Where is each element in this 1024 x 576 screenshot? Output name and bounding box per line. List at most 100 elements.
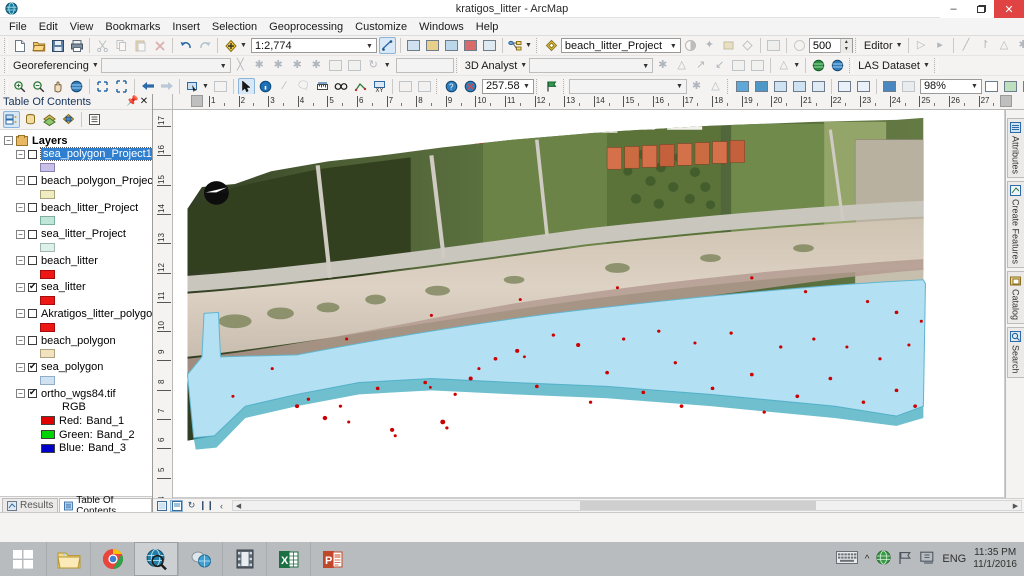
layer-symbol-swatch[interactable] (40, 163, 55, 173)
list-by-drawing-order-icon[interactable] (3, 111, 20, 128)
network-solve-icon[interactable]: ✱ (688, 78, 705, 95)
delete-link-icon[interactable]: ✱ (289, 57, 306, 74)
chevron-down-icon[interactable]: ▼ (202, 83, 209, 90)
scrollbar-thumb[interactable] (579, 501, 817, 510)
layer-symbol-swatch[interactable] (40, 375, 55, 385)
toc-layer-beach-polygon[interactable]: − beach_polygon (0, 334, 152, 348)
surface-histogram-icon[interactable]: △ (775, 57, 792, 74)
identify-icon[interactable] (257, 78, 274, 95)
data-view-icon[interactable] (155, 500, 168, 512)
arcscene-icon[interactable] (810, 57, 827, 74)
zoom-in-icon[interactable] (11, 78, 28, 95)
layer-visibility-checkbox[interactable] (28, 309, 37, 319)
expand-toggle-icon[interactable]: − (16, 203, 25, 213)
list-by-selection-icon[interactable] (60, 111, 77, 128)
chevron-down-icon[interactable]: ▼ (520, 62, 527, 69)
image-identify-icon[interactable] (810, 78, 827, 95)
layer-label[interactable]: sea_litter (41, 281, 86, 293)
layer-visibility-checkbox[interactable] (28, 336, 37, 346)
edit-tin-icon[interactable] (749, 57, 766, 74)
chevron-down-icon[interactable]: ▼ (673, 80, 686, 94)
taskbar-file-explorer[interactable] (46, 542, 90, 576)
arc-segment-icon[interactable]: ↾ (977, 37, 994, 54)
layer-visibility-checkbox[interactable] (28, 203, 37, 213)
layer-label[interactable]: sea_polygon_Project1 (40, 147, 152, 162)
ruler-margin-thumb-left[interactable] (191, 95, 203, 107)
green-band-swatch[interactable] (41, 430, 55, 440)
pause-drawing-icon[interactable]: ❙❙ (199, 500, 214, 512)
image-zoom-icon[interactable] (791, 78, 808, 95)
red-band-swatch[interactable] (41, 416, 55, 426)
spinner-buttons[interactable]: ▲ ▼ (839, 38, 852, 53)
menu-item-help[interactable]: Help (470, 20, 505, 34)
maximize-button[interactable] (967, 0, 994, 18)
arcglobe-icon[interactable] (829, 57, 846, 74)
list-by-source-icon[interactable] (22, 111, 39, 128)
print-icon[interactable] (68, 37, 85, 54)
menu-item-bookmarks[interactable]: Bookmarks (99, 20, 166, 34)
taskbar-powerpoint[interactable]: P (310, 542, 354, 576)
table-of-contents-icon[interactable] (405, 37, 422, 54)
identify-icon[interactable] (791, 37, 808, 54)
layer-label[interactable]: sea_polygon (41, 361, 103, 373)
map-horizontal-scrollbar[interactable]: ◀ ▶ (232, 500, 1022, 511)
straight-segment-icon[interactable]: ╱ (958, 37, 975, 54)
scroll-right-arrow-icon[interactable]: ▶ (1010, 501, 1021, 510)
auto-register-icon[interactable]: ✱ (270, 57, 287, 74)
undo-icon[interactable] (177, 37, 194, 54)
expand-toggle-icon[interactable]: − (16, 389, 25, 399)
toolbar-grip[interactable] (535, 78, 540, 94)
rotate-icon[interactable]: ↻ (365, 57, 382, 74)
chevron-down-icon[interactable]: ▼ (92, 62, 99, 69)
flag-tool-icon[interactable] (543, 78, 560, 95)
layer-visibility-checkbox[interactable] (28, 176, 37, 186)
action-center-icon[interactable] (920, 551, 935, 568)
save-icon[interactable] (49, 37, 66, 54)
select-features-dropdown[interactable]: ▼ (183, 78, 211, 95)
expand-toggle-icon[interactable]: − (16, 309, 25, 319)
chevron-down-icon[interactable]: ▼ (793, 62, 800, 69)
windows-start-icon[interactable] (0, 542, 46, 576)
steepest-path-icon[interactable]: ↗ (692, 57, 709, 74)
map-graphics[interactable] (173, 110, 1004, 497)
toolbar-grip[interactable] (4, 38, 8, 53)
list-by-visibility-icon[interactable] (41, 111, 58, 128)
layer-symbol-swatch[interactable] (40, 269, 55, 279)
toolbar-grip[interactable] (854, 38, 859, 53)
taskbar-media-player[interactable] (222, 542, 266, 576)
clear-elevation-icon[interactable] (462, 78, 479, 95)
toolbar-grip[interactable] (933, 58, 938, 73)
taskbar-chrome[interactable] (90, 542, 134, 576)
toc-root-layers[interactable]: − Layers (0, 134, 152, 148)
create-tin-icon[interactable] (730, 57, 747, 74)
toc-layer-sea-litter[interactable]: − sea_litter (0, 281, 152, 295)
3d-analyst-layer-combo[interactable]: ▼ (529, 58, 654, 73)
image-transparency-combo[interactable]: 98% ▼ (919, 78, 982, 94)
elevation-help-icon[interactable]: ? (443, 78, 460, 95)
chevron-down-icon[interactable]: ▼ (384, 62, 391, 69)
las-dataset-menu[interactable]: LAS Dataset ▼ (855, 60, 932, 72)
html-popup-icon[interactable]: 🗨 (295, 78, 312, 95)
toolbar-grip[interactable] (435, 78, 440, 94)
image-properties-icon[interactable] (1002, 78, 1019, 95)
network-histogram-icon[interactable]: △ (707, 78, 724, 95)
new-map-icon[interactable] (11, 37, 28, 54)
toolbar-grip[interactable] (455, 58, 460, 73)
go-forward-icon[interactable] (158, 78, 175, 95)
buffer-distance-spinner[interactable]: 500 ▲ ▼ (808, 38, 853, 53)
chevron-down-icon[interactable]: ▼ (896, 42, 903, 49)
image-fit-icon[interactable] (855, 78, 872, 95)
expand-toggle-icon[interactable]: − (16, 336, 25, 346)
open-icon[interactable] (30, 37, 47, 54)
go-back-icon[interactable] (139, 78, 156, 95)
delete-icon[interactable] (151, 37, 168, 54)
cut-icon[interactable] (94, 37, 111, 54)
image-brightness-icon[interactable] (900, 78, 917, 95)
toc-layer-akratigos-litter-polygons[interactable]: − Akratigos_litter_polygons (0, 307, 152, 321)
catalog-window-icon[interactable] (424, 37, 441, 54)
add-data-dropdown[interactable]: ▼ (221, 37, 249, 54)
pin-icon[interactable]: 📌 (126, 96, 138, 107)
layer-label[interactable]: ortho_wgs84.tif (41, 388, 116, 400)
expand-toggle-icon[interactable]: − (16, 229, 25, 239)
select-features-icon[interactable] (184, 78, 201, 95)
